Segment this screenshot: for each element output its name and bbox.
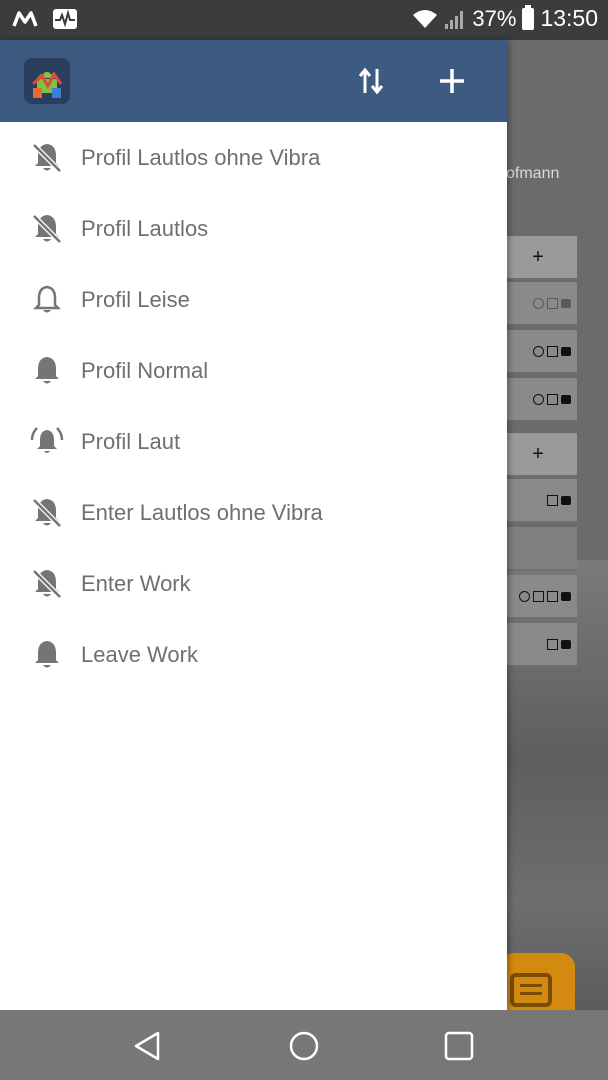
menu-item-label: Profil Leise [81,286,190,312]
background-group-header: + [505,236,577,280]
background-row [505,575,577,619]
bell-off-icon [32,143,62,173]
menu-item-label: Enter Lautlos ohne Vibra [81,499,323,525]
menu-item-profil-lautlos[interactable]: Profil Lautlos [0,193,507,264]
chat-fab [500,953,575,1010]
background-row [505,479,577,523]
background-row [505,623,577,667]
profile-list: Profil Lautlos ohne Vibra Profil Lautlos… [0,122,507,690]
back-triangle-icon[interactable] [130,1028,166,1064]
lock-icon [561,639,571,649]
background-row [505,378,577,422]
drawer-header [0,40,507,122]
pulse-icon [53,9,77,29]
recents-square-icon[interactable] [441,1028,477,1064]
copy-icon [547,345,558,357]
system-nav-bar [0,1010,608,1080]
menu-item-profil-lautlos-ohne-vibra[interactable]: Profil Lautlos ohne Vibra [0,122,507,193]
signal-icon [445,10,464,29]
copy-icon [547,638,558,650]
bell-off-icon [32,569,62,599]
background-add-label: + [532,442,544,465]
menu-item-profil-laut[interactable]: Profil Laut [0,406,507,477]
lock-icon [561,495,571,505]
lock-icon [561,591,571,601]
menu-item-enter-lautlos-ohne-vibra[interactable]: Enter Lautlos ohne Vibra [0,477,507,548]
menu-item-label: Profil Laut [81,428,181,454]
menu-item-label: Enter Work [81,570,191,596]
copy-icon [547,494,558,506]
navigation-drawer: Profil Lautlos ohne Vibra Profil Lautlos… [0,40,507,1010]
wifi-icon [413,9,438,28]
clock-icon [519,590,530,602]
background-row [505,282,577,326]
lock-icon [561,298,571,308]
lock-icon [561,346,571,356]
android-app-icon[interactable] [24,58,70,104]
sort-arrows-icon[interactable] [351,61,391,101]
background-row [505,330,577,374]
copy-icon [547,393,558,405]
plus-icon[interactable] [432,61,472,101]
bell-off-icon [32,214,62,244]
copy-icon [547,297,558,309]
menu-item-profil-normal[interactable]: Profil Normal [0,335,507,406]
chat-icon [510,973,552,1007]
bell-off-icon [32,498,62,528]
menu-item-profil-leise[interactable]: Profil Leise [0,264,507,335]
background-add-label: + [532,245,544,268]
bell-icon [35,357,59,384]
clock-icon [533,297,544,309]
copy-icon [533,590,544,602]
list-icon [547,590,558,602]
menu-item-label: Leave Work [81,641,198,667]
menu-item-label: Profil Lautlos [81,215,209,241]
battery-icon [522,4,535,30]
background-row [505,527,577,571]
background-partial-name: ofmann [506,165,560,182]
clock-icon [533,393,544,405]
menu-item-leave-work[interactable]: Leave Work [0,619,507,690]
home-circle-icon[interactable] [286,1028,322,1064]
battery-percent: 37% [472,5,517,31]
bell-outline-icon [32,285,62,313]
menu-item-label: Profil Lautlos ohne Vibra [81,144,321,170]
bell-ring-icon [30,427,64,453]
menu-item-label: Profil Normal [81,357,209,383]
lock-icon [561,394,571,404]
clock-time: 13:50 [540,5,598,31]
background-group-header: + [505,433,577,477]
clock-icon [533,345,544,357]
m-logo-icon [12,11,38,27]
status-bar: 37% 13:50 [0,0,608,40]
bell-icon [35,641,59,668]
menu-item-enter-work[interactable]: Enter Work [0,548,507,619]
